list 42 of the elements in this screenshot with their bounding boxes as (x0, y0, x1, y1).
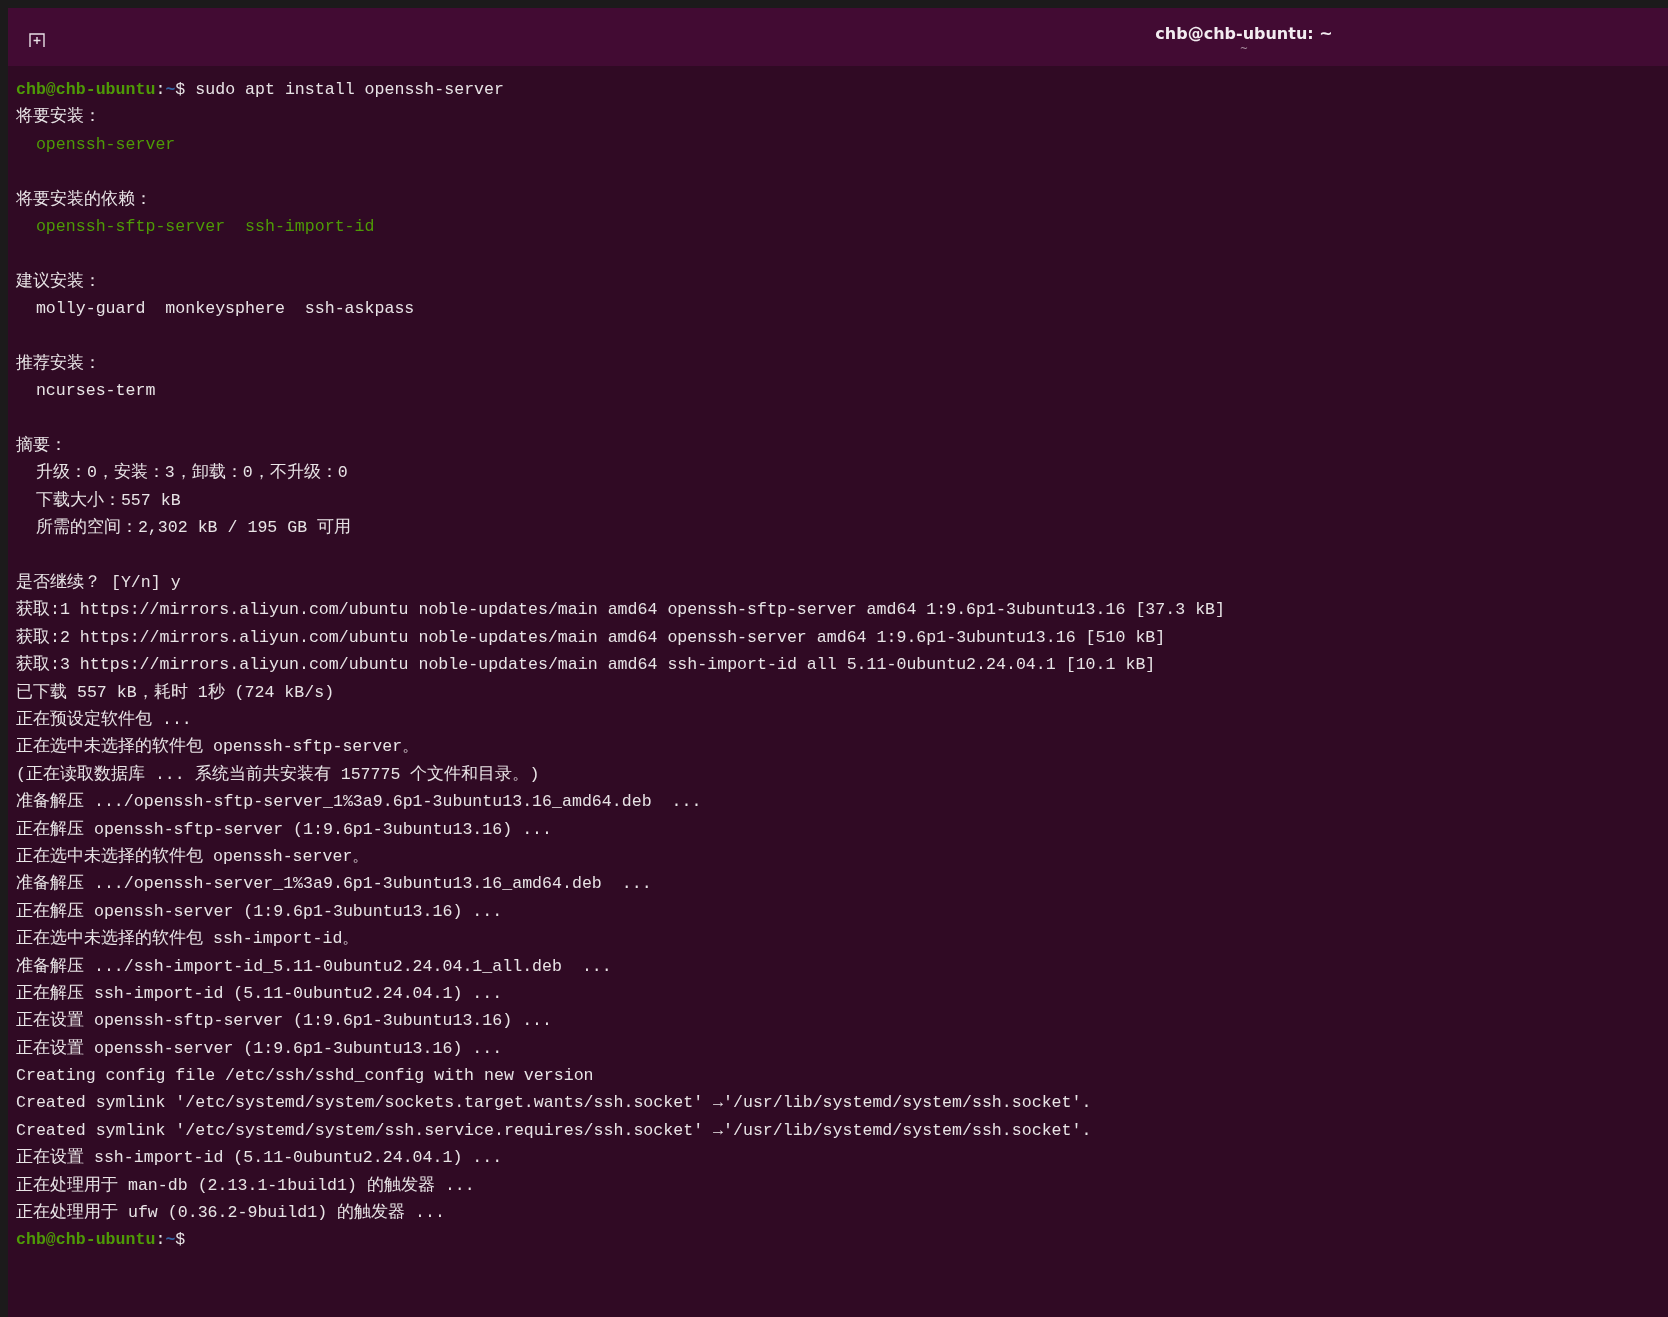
terminal-line: openssh-sftp-server ssh-import-id (34, 215, 375, 238)
terminal-line: 获取:2 https://mirrors.aliyun.com/ubuntu noble-updates/main amd64 openssh-server amd64 1:9.6p1-3ubuntu13.16 [510 kB] (16, 626, 1166, 649)
terminal-line: 升级：0，安装：3，卸载：0，不升级：0 (34, 461, 348, 485)
new-tab-button[interactable] (26, 30, 48, 50)
terminal-line: (正在读取数据库 ... 系统当前共安装有 157775 个文件和目录。) (16, 763, 540, 786)
terminal-line: 是否继续？ [Y/n] y (16, 572, 181, 595)
terminal-line: chb@chb-ubuntu:~$ sudo apt install openssh-server (16, 79, 504, 101)
terminal-line: 正在解压 openssh-sftp-server (1:9.6p1-3ubuntu13.16) ... (16, 818, 553, 841)
terminal-line: Created symlink '/etc/systemd/system/ssh.service.requires/ssh.socket' →'/usr/lib/systemd/system/ssh.socket'. (16, 1119, 1092, 1142)
terminal-line: 推荐安装： (16, 352, 101, 375)
terminal-line: 准备解压 .../openssh-sftp-server_1%3a9.6p1-3ubuntu13.16_amd64.deb ... (16, 791, 702, 814)
new-tab-icon (28, 32, 46, 48)
terminal-line: 获取:1 https://mirrors.aliyun.com/ubuntu noble-updates/main amd64 openssh-sftp-server amd64 1:9.6p1-3ubuntu13.16 [37.3 kB] (16, 599, 1226, 622)
terminal-line: ncurses-term (34, 380, 156, 403)
terminal-line: 获取:3 https://mirrors.aliyun.com/ubuntu noble-updates/main amd64 ssh-import-id all 5.11-0ubuntu2.24.04.1 [10.1 kB] (16, 654, 1156, 677)
terminal-line: 建议安装： (16, 270, 101, 293)
terminal-line: 正在选中未选择的软件包 openssh-sftp-server。 (16, 736, 420, 759)
terminal-line: 正在处理用于 man-db (2.13.1-1build1) 的触发器 ... (16, 1174, 475, 1197)
terminal-line: 正在解压 openssh-server (1:9.6p1-3ubuntu13.16) ... (16, 900, 503, 923)
terminal-line: 正在处理用于 ufw (0.36.2-9build1) 的触发器 ... (16, 1202, 445, 1224)
terminal-line: 将要安装的依赖： (16, 188, 152, 211)
terminal-line: 正在解压 ssh-import-id (5.11-0ubuntu2.24.04.1) ... (16, 982, 503, 1005)
terminal-line: Creating config file /etc/ssh/sshd_config with new version (16, 1065, 594, 1088)
terminal-line: 已下载 557 kB，耗时 1秒 (724 kB/s) (16, 681, 335, 704)
terminal-line: 正在选中未选择的软件包 openssh-server。 (16, 845, 370, 868)
terminal-line: 正在选中未选择的软件包 ssh-import-id。 (16, 928, 360, 951)
terminal-line: 正在设置 ssh-import-id (5.11-0ubuntu2.24.04.1) ... (16, 1147, 503, 1170)
terminal-line: 正在预设定软件包 ... (16, 708, 192, 731)
terminal-line: 准备解压 .../openssh-server_1%3a9.6p1-3ubuntu13.16_amd64.deb ... (16, 873, 652, 896)
terminal-line: molly-guard monkeysphere ssh-askpass (34, 298, 415, 321)
terminal-line: chb@chb-ubuntu:~$ (16, 1229, 186, 1252)
terminal-line: 将要安装： (16, 105, 101, 129)
window-subtitle: ~ (1239, 42, 1249, 55)
terminal-line: 正在设置 openssh-server (1:9.6p1-3ubuntu13.16) ... (16, 1037, 503, 1060)
terminal-line: Created symlink '/etc/systemd/system/sockets.target.wants/ssh.socket' →'/usr/lib/systemd/system/ssh.socket'. (16, 1092, 1092, 1115)
terminal-line: 正在设置 openssh-sftp-server (1:9.6p1-3ubuntu13.16) ... (16, 1010, 553, 1033)
terminal-line: 所需的空间：2,302 kB / 195 GB 可用 (34, 517, 352, 540)
terminal-line: 下载大小：557 kB (34, 489, 181, 512)
terminal-line: 摘要： (16, 435, 67, 458)
window-title: chb@chb-ubuntu: ~ (1155, 23, 1333, 43)
terminal-line: openssh-server (34, 133, 176, 156)
terminal-line: 准备解压 .../ssh-import-id_5.11-0ubuntu2.24.04.1_all.deb ... (16, 955, 612, 978)
